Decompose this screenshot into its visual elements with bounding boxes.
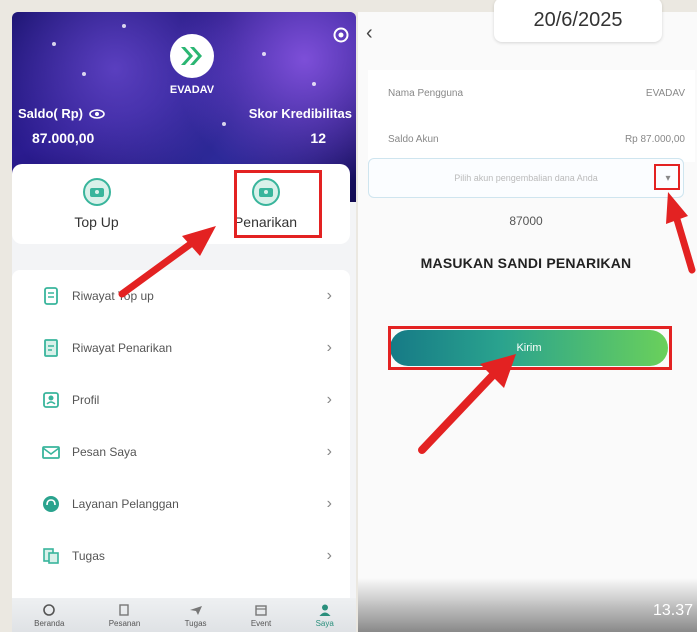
- nav-profile[interactable]: Saya: [316, 603, 334, 628]
- balance-value: 87.000,00: [32, 130, 95, 146]
- bottom-navigation: Beranda Pesanan Tugas Event Saya: [12, 598, 356, 632]
- nav-orders[interactable]: Pesanan: [108, 603, 141, 628]
- timestamp: 13.37: [652, 602, 693, 619]
- nav-event[interactable]: Event: [251, 603, 271, 628]
- nav-label: Tugas: [184, 618, 207, 628]
- menu-item-label: Tugas: [72, 549, 105, 563]
- chevron-right-icon: ›: [326, 495, 332, 512]
- chevron-right-icon: ›: [326, 391, 332, 408]
- credit-score-label: Skor Kredibilitas: [248, 106, 352, 121]
- menu-item-customer-service[interactable]: Layanan Pelanggan ›: [12, 478, 350, 530]
- menu-item-label: Pesan Saya: [72, 445, 137, 459]
- task-icon: [40, 545, 62, 567]
- withdraw-password-heading: MASUKAN SANDI PENARIKAN: [420, 255, 632, 271]
- user-icon: [319, 604, 331, 616]
- document-icon: [40, 337, 62, 359]
- profile-card-icon: [40, 389, 62, 411]
- refund-account-placeholder: Pilih akun pengembalian dana Anda: [454, 173, 598, 183]
- back-chevron-icon[interactable]: ‹: [366, 22, 373, 45]
- settings-icon[interactable]: [332, 26, 350, 44]
- credit-score-value: 12: [310, 130, 326, 146]
- top-up-button[interactable]: Top Up: [12, 164, 181, 244]
- brand-logo-icon: [170, 34, 214, 78]
- account-balance-value: Rp 87.000,00: [624, 133, 685, 145]
- top-up-label: Top Up: [74, 214, 119, 230]
- amount-input[interactable]: 87000: [368, 206, 684, 236]
- nav-home[interactable]: Beranda: [34, 603, 64, 628]
- menu-item-profile[interactable]: Profil ›: [12, 374, 350, 426]
- nav-label: Event: [250, 618, 272, 628]
- username-row: Nama Pengguna EVADAV: [368, 70, 695, 116]
- balance-label: Saldo( Rp): [18, 106, 105, 121]
- profile-screen: EVADAV Saldo( Rp) 87.000,00 Skor Kredibi…: [12, 12, 356, 632]
- menu-item-label: Profil: [72, 393, 100, 407]
- menu-item-label: Riwayat Top up: [72, 289, 154, 303]
- balance-label-text: Saldo( Rp): [18, 106, 83, 121]
- menu-item-topup-history[interactable]: Riwayat Top up ›: [12, 270, 350, 322]
- menu-item-withdraw-history[interactable]: Riwayat Penarikan ›: [12, 322, 350, 374]
- receipt-icon: [40, 285, 62, 307]
- chevron-right-icon: ›: [326, 339, 332, 356]
- mail-icon: [40, 441, 62, 463]
- dropdown-highlight-box: [654, 164, 680, 190]
- account-balance-label: Saldo Akun: [388, 133, 439, 145]
- money-icon: [82, 178, 111, 206]
- menu-item-tasks[interactable]: Tugas ›: [12, 530, 350, 582]
- chevron-right-icon: ›: [326, 287, 332, 304]
- menu-item-label: Riwayat Penarikan: [72, 341, 173, 355]
- username-label: Nama Pengguna: [388, 87, 464, 99]
- withdraw-highlight-box: [234, 170, 322, 238]
- orders-icon: [119, 603, 130, 616]
- chevron-right-icon: ›: [326, 547, 332, 564]
- withdraw-screen: ‹ Nama Pengguna EVADAV Saldo Akun Rp 87.…: [358, 12, 697, 632]
- date-stamp: 20/6/2025: [494, 0, 662, 42]
- chevron-right-icon: ›: [326, 443, 332, 460]
- nav-label: Pesanan: [108, 618, 141, 628]
- nav-label: Saya: [315, 618, 334, 628]
- refund-account-select[interactable]: Pilih akun pengembalian dana Anda ▾: [368, 158, 684, 198]
- menu-item-label: Layanan Pelanggan: [72, 497, 179, 511]
- balance-row: Saldo Akun Rp 87.000,00: [368, 116, 695, 162]
- account-info-card: Nama Pengguna EVADAV Saldo Akun Rp 87.00…: [368, 70, 695, 162]
- brand-name: EVADAV: [169, 84, 215, 96]
- nav-tasks[interactable]: Tugas: [185, 603, 207, 628]
- video-overlay-bar: [358, 578, 697, 632]
- nav-label: Beranda: [34, 618, 65, 628]
- plane-icon: [189, 605, 202, 615]
- profile-menu: Riwayat Top up › Riwayat Penarikan › Pro…: [12, 270, 350, 606]
- username-value: EVADAV: [645, 87, 685, 99]
- submit-highlight-box: [388, 326, 672, 370]
- eye-icon[interactable]: [89, 108, 105, 119]
- event-icon: [255, 604, 267, 616]
- menu-item-messages[interactable]: Pesan Saya ›: [12, 426, 350, 478]
- home-icon: [43, 603, 56, 616]
- headset-icon: [40, 493, 62, 515]
